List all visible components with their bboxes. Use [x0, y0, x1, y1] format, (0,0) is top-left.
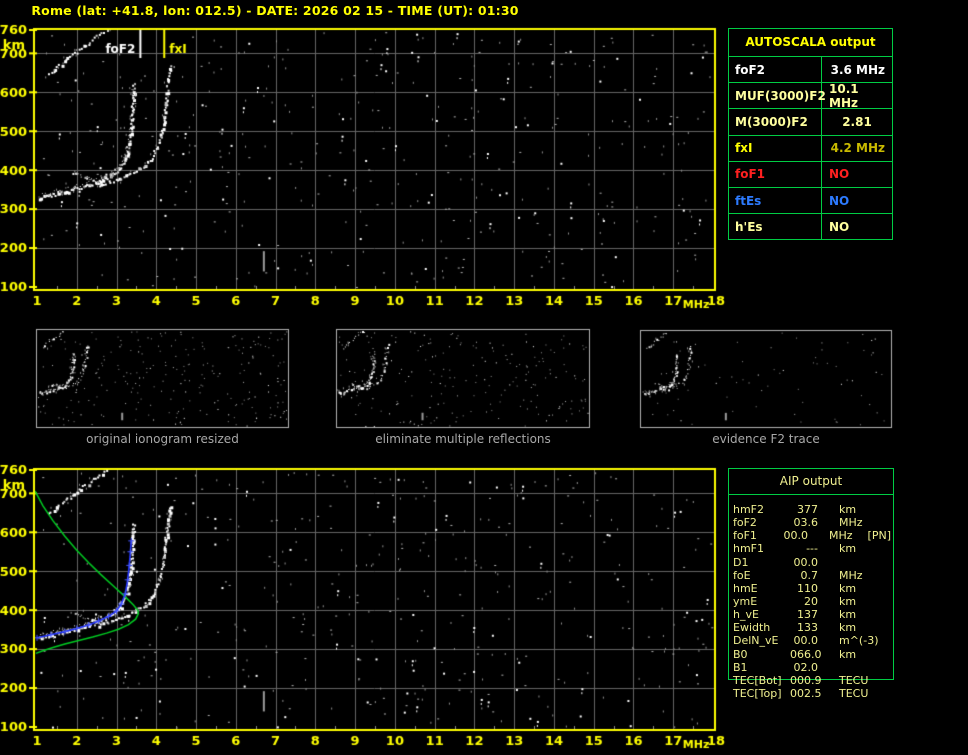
aip-row: h_vE 137 km	[729, 608, 891, 621]
aip-row-value: 0.7	[800, 568, 819, 582]
aip-row-label: hmF1	[733, 542, 765, 556]
autoscala-row: fxI 4.2 MHz	[729, 135, 892, 162]
aip-row: foE 0.7 MHz	[729, 569, 891, 582]
aip-row: D1 00.0	[729, 556, 891, 569]
aip-row: hmF2 377 km	[729, 503, 891, 516]
aip-row-value: 377	[797, 503, 818, 517]
aip-row-label: foE	[733, 568, 751, 582]
aip-row-label: Ewidth	[733, 621, 771, 635]
autoscala-row-value: 4.2 MHz	[830, 141, 885, 156]
aip-row-value: 110	[797, 581, 818, 595]
aip-row: B1 02.0	[729, 661, 891, 674]
autoscala-row-label: foF2	[729, 57, 822, 83]
aip-row: ymE 20 km	[729, 595, 891, 608]
aip-row-value: 03.6	[793, 516, 819, 530]
autoscala-row-value: 3.6 MHz	[830, 62, 885, 77]
aip-row-value: 137	[797, 608, 818, 622]
thumbnail-caption-evidence: evidence F2 trace	[712, 432, 820, 446]
aip-row: DelN_vE 00.0 m^(-3)	[729, 634, 891, 647]
aip-row: hmF1 --- km	[729, 542, 891, 555]
aip-table-rows: hmF2 377 km foF2 03.6 MHz foF1 00.0 MHz [PN] hmF1 -…	[729, 503, 891, 700]
aip-row-value: 00.0	[793, 634, 819, 648]
aip-row: Ewidth 133 km	[729, 621, 891, 634]
aip-row-value: 00.0	[793, 555, 819, 569]
aip-table-header: AIP output	[729, 469, 893, 495]
autoscala-row: M(3000)F2 2.81	[729, 109, 892, 136]
aip-row-unit: km	[839, 542, 857, 556]
autoscala-row: foF2 3.6 MHz	[729, 57, 892, 84]
aip-row-label: TEC[Bot]	[733, 673, 782, 687]
aip-row-value: 002.5	[790, 687, 822, 701]
aip-row-unit: km	[839, 647, 857, 661]
autoscala-row-label: ftEs	[729, 187, 822, 214]
autoscala-row-value: NO	[829, 219, 850, 234]
aip-row-unit: km	[839, 621, 857, 635]
aip-row-unit: MHz	[839, 568, 863, 582]
aip-row-note: [PN]	[867, 529, 891, 543]
aip-row-value: 066.0	[790, 647, 822, 661]
aip-row-label: foF1	[733, 529, 757, 543]
aip-row: foF2 03.6 MHz	[729, 516, 891, 529]
aip-row-label: B1	[733, 660, 748, 674]
aip-row-value: 133	[797, 621, 818, 635]
autoscala-row-value: 2.81	[842, 114, 872, 129]
aip-row-label: ymE	[733, 595, 758, 609]
aip-row-unit: km	[839, 503, 857, 517]
aip-row: hmE 110 km	[729, 582, 891, 595]
aip-row: TEC[Bot] 000.9 TECU	[729, 674, 891, 687]
aip-row-label: DelN_vE	[733, 634, 779, 648]
aip-row-label: h_vE	[733, 608, 759, 622]
aip-row-value: 02.0	[793, 660, 819, 674]
aip-row-label: foF2	[733, 516, 757, 530]
aip-row-unit: km	[839, 595, 857, 609]
autoscala-row-label: foF1	[729, 161, 822, 187]
aip-row-unit: km	[839, 608, 857, 622]
aip-row-unit: km	[839, 581, 857, 595]
autoscala-table: AUTOSCALA output foF2 3.6 MHz MUF(3000)F2 1…	[728, 28, 893, 241]
aip-row-label: D1	[733, 555, 749, 569]
autoscala-row-value: NO	[829, 193, 850, 208]
aip-row-unit: m^(-3)	[839, 634, 879, 648]
aip-row-label: hmE	[733, 581, 758, 595]
autoscala-table-rows: foF2 3.6 MHz MUF(3000)F2 10.1 MHz M(3000)F2 2…	[729, 57, 892, 240]
aip-row-unit: TECU	[839, 687, 869, 701]
aip-row: TEC[Top] 002.5 TECU	[729, 687, 891, 700]
aip-row-unit: TECU	[839, 673, 869, 687]
aip-row-label: TEC[Top]	[733, 687, 782, 701]
autoscala-row-label: M(3000)F2	[729, 109, 822, 135]
aip-row-label: hmF2	[733, 503, 765, 517]
autoscala-row-value: 10.1 MHz	[829, 81, 859, 110]
autoscala-row: MUF(3000)F2 10.1 MHz	[729, 81, 892, 110]
page-title: Rome (lat: +41.8, lon: 012.5) - DATE: 20…	[31, 3, 519, 18]
aip-row-value: 000.9	[790, 673, 822, 687]
aip-row-label: B0	[733, 647, 748, 661]
aip-row-value: 20	[804, 595, 818, 609]
aip-row: B0 066.0 km	[729, 648, 891, 661]
autoscala-row-label: fxI	[729, 135, 822, 161]
autoscala-row-label: h'Es	[729, 214, 822, 240]
thumbnail-caption-original: original ionogram resized	[86, 432, 239, 446]
autoscala-row-value: NO	[829, 167, 850, 182]
autoscala-table-header: AUTOSCALA output	[729, 29, 892, 57]
aip-row: foF1 00.0 MHz [PN]	[729, 529, 891, 542]
aip-row-unit: MHz	[829, 529, 853, 543]
autoscala-row-label: MUF(3000)F2	[729, 83, 826, 109]
thumbnail-caption-filtered: eliminate multiple reflections	[375, 432, 551, 446]
aip-row-value: ---	[806, 542, 818, 556]
aip-row-unit: MHz	[839, 516, 863, 530]
autoscala-row: h'Es NO	[729, 214, 892, 240]
aip-row-value: 00.0	[783, 529, 809, 543]
autoscala-row: ftEs NO	[729, 187, 892, 215]
autoscala-row: foF1 NO	[729, 161, 892, 188]
